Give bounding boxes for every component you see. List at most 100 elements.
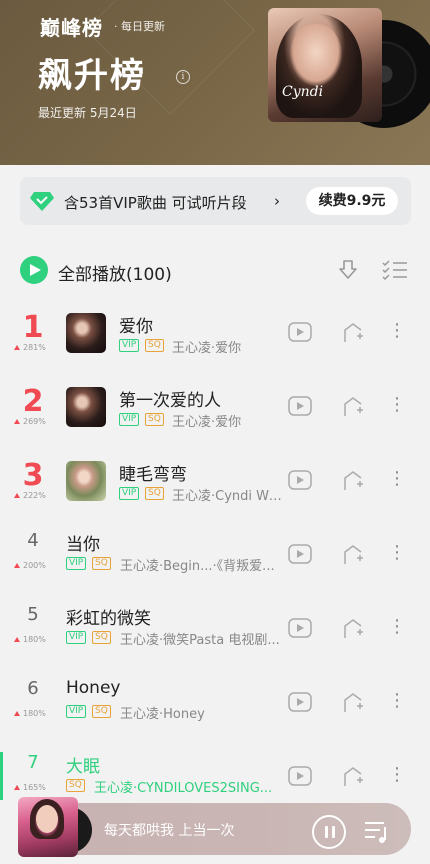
song-title: 大眠 [66, 757, 100, 777]
more-icon[interactable]: ⋮ [388, 395, 406, 417]
add-to-playlist-icon[interactable] [342, 469, 364, 491]
play-video-icon[interactable] [288, 766, 312, 786]
sq-badge: SQ [145, 413, 164, 426]
play-all-label[interactable]: 全部播放(100) [58, 260, 172, 285]
trend-up-icon [14, 637, 20, 642]
more-icon[interactable]: ⋮ [388, 617, 406, 639]
song-row[interactable]: 4 200% 当你 VIP SQ 王心凌·Begin...·《背叛爱... ⋮ [0, 518, 430, 592]
more-icon[interactable]: ⋮ [388, 691, 406, 713]
song-artist-album: 王心凌·Honey [120, 707, 205, 722]
cover-logo: Cyndi [282, 84, 324, 100]
brand-logo: 巅峰榜 [40, 16, 103, 40]
trend-up-icon [14, 711, 20, 716]
add-to-playlist-icon[interactable] [342, 765, 364, 787]
song-artist-album: 王心凌·Begin...·《背叛爱... [120, 559, 275, 574]
play-video-icon[interactable] [288, 322, 312, 342]
rank-number: 5 [27, 604, 39, 625]
vip-badge: VIP [66, 557, 87, 570]
vip-banner-text: 含53首VIP歌曲 可试听片段 [64, 194, 247, 212]
song-thumbnail [66, 387, 106, 427]
vip-diamond-icon [30, 192, 54, 211]
song-row[interactable]: 5 180% 彩虹的微笑 VIP SQ 王心凌·微笑Pasta 电视剧... ⋮ [0, 592, 430, 666]
song-title: 彩虹的微笑 [66, 609, 151, 629]
sq-badge: SQ [92, 705, 111, 718]
trend-indicator: 281% [14, 343, 46, 352]
cover-face [290, 24, 342, 86]
play-video-icon[interactable] [288, 396, 312, 416]
play-video-icon[interactable] [288, 544, 312, 564]
song-title: 睫毛弯弯 [119, 465, 187, 485]
trend-indicator: 180% [14, 709, 46, 718]
pause-icon-bar [325, 826, 328, 838]
trend-up-icon [14, 785, 20, 790]
chart-header: 巅峰榜 · 每日更新 飙升榜 i 最近更新 5月24日 Cyndi [0, 0, 430, 165]
playlist-icon[interactable] [364, 818, 390, 844]
song-row[interactable]: 2 269% 第一次爱的人 VIP SQ 王心凌·爱你 ⋮ [0, 370, 430, 444]
song-row[interactable]: 6 180% Honey VIP SQ 王心凌·Honey ⋮ [0, 666, 430, 740]
more-icon[interactable]: ⋮ [388, 321, 406, 343]
trend-percent: 180% [23, 709, 46, 718]
play-video-icon[interactable] [288, 618, 312, 638]
add-to-playlist-icon[interactable] [342, 691, 364, 713]
song-title: 第一次爱的人 [119, 391, 221, 411]
chart-cover-image[interactable]: Cyndi [268, 8, 382, 122]
add-to-playlist-icon[interactable] [342, 321, 364, 343]
song-title: 爱你 [119, 317, 153, 337]
song-row[interactable]: 1 281% 爱你 VIP SQ 王心凌·爱你 ⋮ [0, 296, 430, 370]
song-artist-album: 王心凌·爱你 [172, 415, 242, 430]
pause-icon-bar [332, 826, 335, 838]
song-artist-album: 王心凌·CYNDILOVES2SING... [94, 781, 273, 796]
trend-indicator: 165% [14, 783, 46, 792]
trend-percent: 222% [23, 491, 46, 500]
trend-indicator: 222% [14, 491, 46, 500]
update-date: 最近更新 5月24日 [38, 106, 137, 120]
download-icon[interactable] [336, 258, 360, 282]
add-to-playlist-icon[interactable] [342, 617, 364, 639]
add-to-playlist-icon[interactable] [342, 543, 364, 565]
rank-number: 2 [22, 384, 44, 419]
trend-up-icon [14, 419, 20, 424]
rank-number: 3 [22, 458, 44, 493]
song-artist-album: 王心凌·爱你 [172, 341, 242, 356]
trend-up-icon [14, 493, 20, 498]
player-album-cover[interactable] [18, 797, 78, 857]
more-icon[interactable]: ⋮ [388, 765, 406, 787]
song-thumbnail [66, 461, 106, 501]
now-playing-title[interactable]: 每天都哄我 上当一次 [104, 820, 234, 840]
info-icon[interactable]: i [176, 70, 190, 84]
song-artist-album: 王心凌·微笑Pasta 电视剧... [120, 633, 280, 648]
chevron-right-icon: › [274, 192, 280, 210]
play-video-icon[interactable] [288, 692, 312, 712]
vip-badge: VIP [119, 487, 140, 500]
sq-badge: SQ [92, 557, 111, 570]
rank-number: 7 [27, 752, 39, 773]
add-to-playlist-icon[interactable] [342, 395, 364, 417]
sq-badge: SQ [66, 779, 85, 792]
renew-button[interactable]: 续费9.9元 [306, 187, 398, 215]
trend-indicator: 269% [14, 417, 46, 426]
song-artist-album: 王心凌·Cyndi Wit... [172, 489, 282, 504]
rank-number: 6 [27, 678, 39, 699]
more-icon[interactable]: ⋮ [388, 543, 406, 565]
trend-percent: 269% [23, 417, 46, 426]
trend-indicator: 180% [14, 635, 46, 644]
play-video-icon[interactable] [288, 470, 312, 490]
trend-up-icon [14, 563, 20, 568]
song-row[interactable]: 3 222% 睫毛弯弯 VIP SQ 王心凌·Cyndi Wit... ⋮ [0, 444, 430, 518]
player-cover-face [36, 805, 58, 833]
trend-percent: 200% [23, 561, 46, 570]
vip-badge: VIP [119, 413, 140, 426]
trend-up-icon [14, 345, 20, 350]
daily-update-label: · 每日更新 [114, 20, 165, 33]
vip-badge: VIP [66, 631, 87, 644]
rank-number: 4 [27, 530, 39, 551]
more-icon[interactable]: ⋮ [388, 469, 406, 491]
trend-percent: 281% [23, 343, 46, 352]
sq-badge: SQ [145, 487, 164, 500]
multi-select-icon[interactable] [382, 258, 408, 282]
song-title: Honey [66, 678, 121, 698]
trend-percent: 180% [23, 635, 46, 644]
pause-button[interactable] [312, 815, 346, 849]
vip-badge: VIP [119, 339, 140, 352]
play-all-button[interactable] [20, 256, 48, 284]
